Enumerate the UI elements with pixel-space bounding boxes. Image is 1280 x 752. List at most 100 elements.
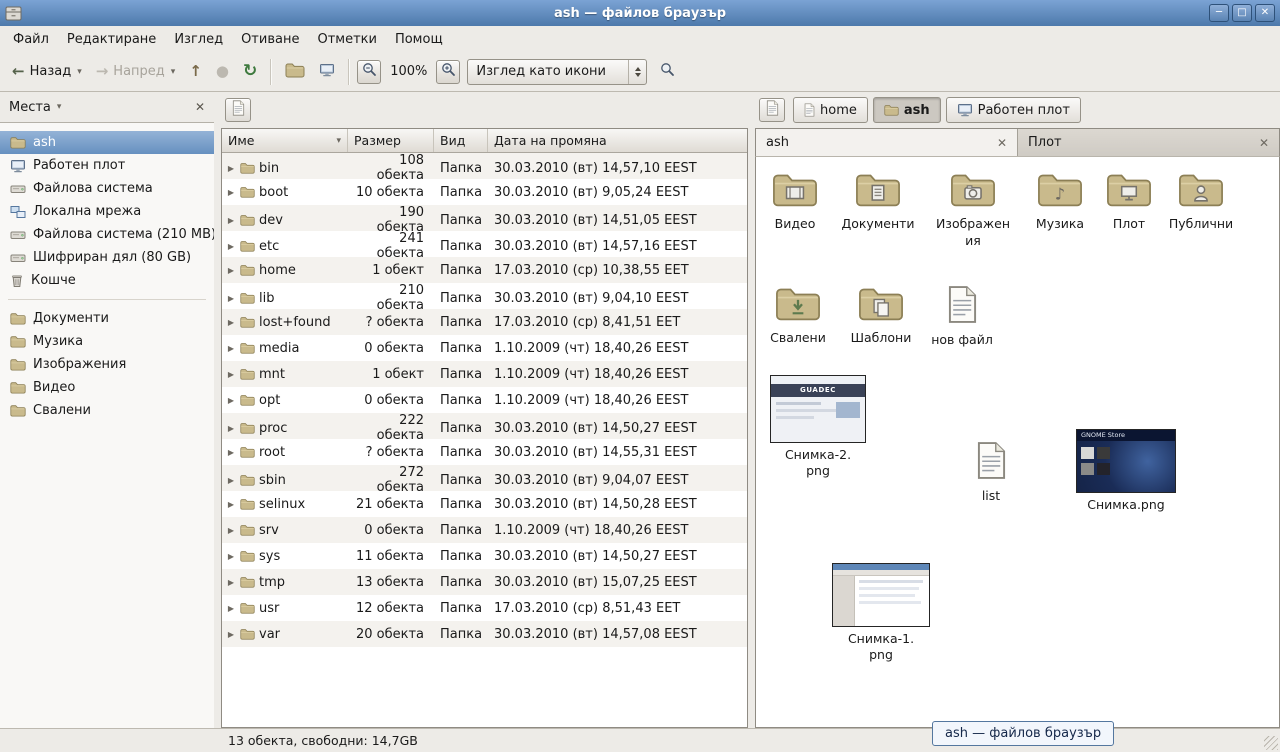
expander-icon[interactable]: ▶ <box>226 424 236 433</box>
column-header-date[interactable]: Дата на промяна <box>488 129 747 152</box>
home-button[interactable] <box>279 57 311 87</box>
expander-icon[interactable]: ▶ <box>226 242 236 251</box>
tab-close-icon[interactable]: ✕ <box>997 136 1007 150</box>
tree-row-tmp[interactable]: ▶tmp13 обектаПапка30.03.2010 (вт) 15,07,… <box>222 569 747 595</box>
sidebar-item-downloads[interactable]: Свалени <box>0 399 214 422</box>
tab-close-icon[interactable]: ✕ <box>1259 136 1269 150</box>
expander-icon[interactable]: ▶ <box>226 552 236 561</box>
icon-item-snimka-1[interactable]: Снимка-1. png <box>830 563 932 664</box>
icon-item-snimka-2[interactable]: GUADECСнимка-2. png <box>768 375 868 480</box>
sidebar-item-local-network[interactable]: Локална мрежа <box>0 200 214 223</box>
tree-row-srv[interactable]: ▶srv0 обектаПапка1.10.2009 (чт) 18,40,26… <box>222 517 747 543</box>
tree-row-bin[interactable]: ▶bin108 обектаПапка30.03.2010 (вт) 14,57… <box>222 153 747 179</box>
column-header-type[interactable]: Вид <box>434 129 488 152</box>
expander-icon[interactable]: ▶ <box>226 266 236 275</box>
expander-icon[interactable]: ▶ <box>226 396 236 405</box>
tree-row-root[interactable]: ▶root? обектаПапка30.03.2010 (вт) 14,55,… <box>222 439 747 465</box>
up-button[interactable]: ↑ <box>183 59 208 84</box>
pathbar-button-desktop[interactable]: Работен плот <box>946 97 1081 123</box>
icon-item-snimka[interactable]: GNOME StoreСнимка.png <box>1074 429 1178 513</box>
search-button[interactable] <box>654 57 681 86</box>
forward-button[interactable]: → Напред ▾ <box>90 59 182 84</box>
icon-item-new-file[interactable]: нов файл <box>924 285 1000 349</box>
expander-icon[interactable]: ▶ <box>226 344 236 353</box>
expander-icon[interactable]: ▶ <box>226 448 236 457</box>
resize-grip[interactable] <box>1264 736 1278 750</box>
tree-row-lost+found[interactable]: ▶lost+found? обектаПапка17.03.2010 (ср) … <box>222 309 747 335</box>
tree-row-mnt[interactable]: ▶mnt1 обектПапка1.10.2009 (чт) 18,40,26 … <box>222 361 747 387</box>
sidebar-item-music[interactable]: Музика <box>0 330 214 353</box>
expander-icon[interactable]: ▶ <box>226 318 236 327</box>
sidebar-item-pictures[interactable]: Изображения <box>0 353 214 376</box>
tree-row-home[interactable]: ▶home1 обектПапка17.03.2010 (ср) 10,38,5… <box>222 257 747 283</box>
sidebar-item-volume-210mb[interactable]: Файлова система (210 MB) <box>0 223 214 246</box>
location-toggle-button[interactable] <box>759 98 785 122</box>
tree-row-proc[interactable]: ▶proc222 обектаПапка30.03.2010 (вт) 14,5… <box>222 413 747 439</box>
titlebar[interactable]: ash — файлов браузър ─ □ ✕ <box>0 0 1280 26</box>
tree-row-usr[interactable]: ▶usr12 обектаПапка17.03.2010 (ср) 8,51,4… <box>222 595 747 621</box>
sidebar-item-videos[interactable]: Видео <box>0 376 214 399</box>
icon-item-downloads[interactable]: Свалени <box>760 285 836 347</box>
sidebar-close-icon[interactable]: ✕ <box>195 100 205 114</box>
expander-icon[interactable]: ▶ <box>226 526 236 535</box>
reload-button[interactable]: ↻ <box>237 58 263 85</box>
sidebar-item-encrypted-80gb[interactable]: Шифриран дял (80 GB) <box>0 246 214 269</box>
tree-row-selinux[interactable]: ▶selinux21 обектаПапка30.03.2010 (вт) 14… <box>222 491 747 517</box>
expander-icon[interactable]: ▶ <box>226 164 236 173</box>
icon-item-desktop[interactable]: Плот <box>1098 171 1160 233</box>
icon-item-public[interactable]: Публични <box>1162 171 1240 233</box>
expander-icon[interactable]: ▶ <box>226 370 236 379</box>
tree-row-boot[interactable]: ▶boot10 обектаПапка30.03.2010 (вт) 9,05,… <box>222 179 747 205</box>
sidebar-item-filesystem[interactable]: Файлова система <box>0 177 214 200</box>
view-mode-select[interactable]: Изглед като икони <box>467 59 647 85</box>
icon-item-documents[interactable]: Документи <box>836 171 920 233</box>
sidebar-selector-dropdown-icon[interactable]: ▾ <box>57 102 62 112</box>
expander-icon[interactable]: ▶ <box>226 500 236 509</box>
zoom-level[interactable]: 100% <box>383 64 434 79</box>
tree-row-media[interactable]: ▶media0 обектаПапка1.10.2009 (чт) 18,40,… <box>222 335 747 361</box>
combo-arrows-icon[interactable] <box>628 60 646 84</box>
pane-splitter[interactable] <box>748 92 755 728</box>
column-header-name[interactable]: Име ▾ <box>222 129 348 152</box>
tree-row-lib[interactable]: ▶lib210 обектаПапка30.03.2010 (вт) 9,04,… <box>222 283 747 309</box>
sidebar-title[interactable]: Места <box>9 100 51 115</box>
menu-file[interactable]: Файл <box>4 29 58 50</box>
tab-ash[interactable]: ash ✕ <box>756 129 1018 156</box>
stop-button[interactable]: ● <box>210 59 235 84</box>
expander-icon[interactable]: ▶ <box>226 294 236 303</box>
column-header-size[interactable]: Размер <box>348 129 434 152</box>
pathbar-button-ash[interactable]: ash <box>873 97 941 123</box>
icon-item-video[interactable]: Видео <box>756 171 834 233</box>
back-history-dropdown-icon[interactable]: ▾ <box>77 67 82 77</box>
close-button[interactable]: ✕ <box>1255 4 1275 22</box>
tree-row-sys[interactable]: ▶sys11 обектаПапка30.03.2010 (вт) 14,50,… <box>222 543 747 569</box>
tree-row-var[interactable]: ▶var20 обектаПапка30.03.2010 (вт) 14,57,… <box>222 621 747 647</box>
icon-item-pictures[interactable]: Изображен ия <box>930 171 1016 249</box>
tab-plot[interactable]: Плот ✕ <box>1018 129 1279 156</box>
sidebar-item-ash[interactable]: ash <box>0 131 214 154</box>
sidebar-item-trash[interactable]: Кошче <box>0 269 214 292</box>
menu-edit[interactable]: Редактиране <box>58 29 165 50</box>
icon-item-templates[interactable]: Шаблони <box>842 285 920 347</box>
expander-icon[interactable]: ▶ <box>226 578 236 587</box>
icon-item-music[interactable]: ♪Музика <box>1024 171 1096 233</box>
menu-view[interactable]: Изглед <box>165 29 232 50</box>
tree-row-opt[interactable]: ▶opt0 обектаПапка1.10.2009 (чт) 18,40,26… <box>222 387 747 413</box>
menu-bookmarks[interactable]: Отметки <box>308 29 385 50</box>
menu-help[interactable]: Помощ <box>386 29 452 50</box>
pane-splitter[interactable] <box>214 92 221 728</box>
sidebar-item-desktop[interactable]: Работен плот <box>0 154 214 177</box>
pathbar-button-home[interactable]: home <box>793 97 868 123</box>
expander-icon[interactable]: ▶ <box>226 188 236 197</box>
expander-icon[interactable]: ▶ <box>226 630 236 639</box>
maximize-button[interactable]: □ <box>1232 4 1252 22</box>
location-toggle-button[interactable] <box>225 98 251 122</box>
tree-row-dev[interactable]: ▶dev190 обектаПапка30.03.2010 (вт) 14,51… <box>222 205 747 231</box>
sidebar-item-documents[interactable]: Документи <box>0 307 214 330</box>
back-button[interactable]: ← Назад ▾ <box>6 59 88 84</box>
zoom-out-button[interactable] <box>357 60 381 84</box>
computer-button[interactable] <box>313 58 341 86</box>
menu-go[interactable]: Отиване <box>232 29 308 50</box>
tree-row-etc[interactable]: ▶etc241 обектаПапка30.03.2010 (вт) 14,57… <box>222 231 747 257</box>
expander-icon[interactable]: ▶ <box>226 216 236 225</box>
